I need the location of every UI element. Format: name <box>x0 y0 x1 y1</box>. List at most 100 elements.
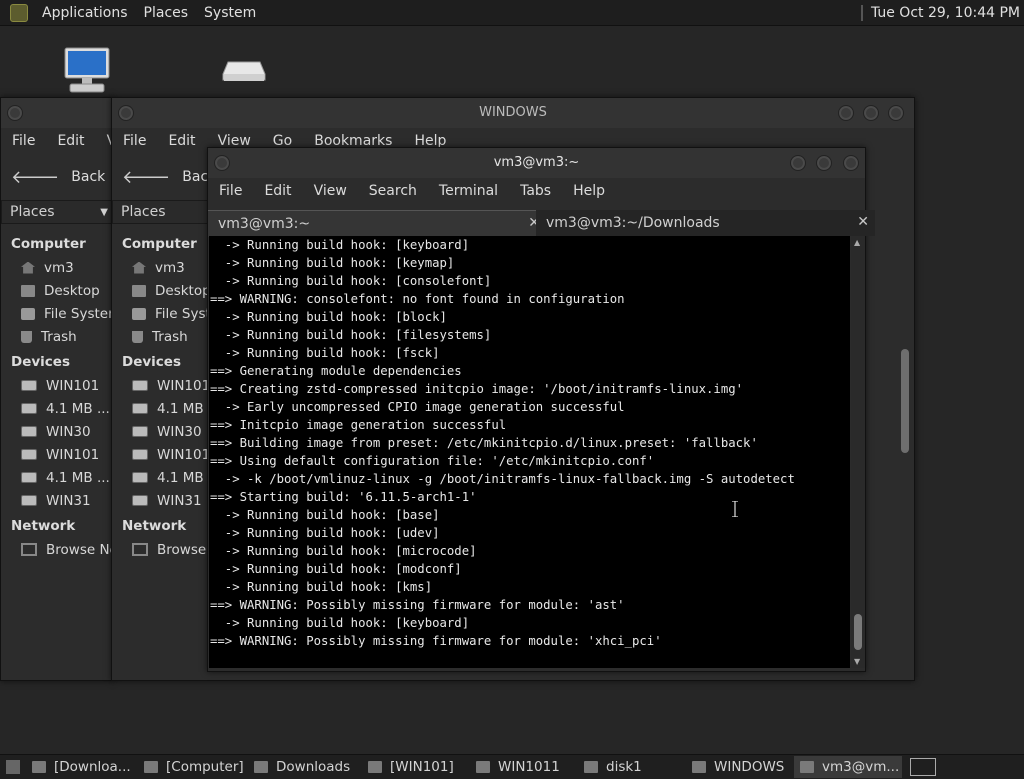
terminal-line: ==> Using default configuration file: '/… <box>210 454 655 468</box>
workspace-switcher[interactable] <box>910 758 936 776</box>
close-tab-icon[interactable]: ✕ <box>857 214 869 230</box>
places-menu[interactable]: Places <box>136 5 197 21</box>
menu-tabs[interactable]: Tabs <box>509 183 562 199</box>
window-title: vm3@vm3:~ <box>493 155 580 170</box>
distro-logo-icon[interactable] <box>10 3 28 22</box>
taskbar-item-active[interactable]: vm3@vm... <box>794 756 902 778</box>
sidebar-item-device[interactable]: WIN101 <box>112 443 208 466</box>
scroll-up-icon[interactable]: ▲ <box>854 238 860 247</box>
menu-edit[interactable]: Edit <box>253 183 302 199</box>
window-title: WINDOWS <box>479 105 547 120</box>
drive-icon <box>132 495 148 506</box>
sidebar-item-home[interactable]: vm3 <box>112 256 208 279</box>
sidebar-item-device[interactable]: 4.1 MB <box>112 466 208 489</box>
menu-terminal[interactable]: Terminal <box>428 183 509 199</box>
places-dropdown[interactable]: Places ▼ <box>1 200 113 224</box>
sidebar-item-device[interactable]: WIN30 <box>1 420 113 443</box>
terminal-window: vm3@vm3:~ File Edit View Search Terminal… <box>207 147 875 672</box>
taskbar-item[interactable]: WINDOWS <box>686 756 794 778</box>
window-titlebar[interactable] <box>1 98 113 128</box>
drive-icon <box>21 472 37 483</box>
sidebar-item-browse-network[interactable]: Browse Network <box>112 538 208 561</box>
minimize-icon[interactable] <box>790 155 806 171</box>
sidebar-item-filesystem[interactable]: File System <box>1 302 113 325</box>
sidebar-item-device[interactable]: WIN101 <box>1 443 113 466</box>
sidebar-item-desktop[interactable]: Desktop <box>1 279 113 302</box>
sidebar-item-device[interactable]: WIN101 <box>1 374 113 397</box>
menu-search[interactable]: Search <box>358 183 428 199</box>
tab-home[interactable]: vm3@vm3:~ ✕ <box>208 210 546 237</box>
terminal-line: -> Running build hook: [block] <box>210 310 447 324</box>
sidebar-item-device[interactable]: WIN31 <box>1 489 113 512</box>
sidebar-item-device[interactable]: WIN1011 <box>112 374 208 397</box>
drive-icon[interactable] <box>222 60 266 84</box>
taskbar-item[interactable]: [WIN101] <box>362 756 470 778</box>
sidebar-item-device[interactable]: 4.1 MB ... <box>112 397 208 420</box>
sidebar-item-browse-network[interactable]: Browse Network <box>1 538 113 561</box>
terminal-line: -> Early uncompressed CPIO image generat… <box>210 400 625 414</box>
clock[interactable]: Tue Oct 29, 10:44 PM <box>871 5 1020 21</box>
sidebar-item-device[interactable]: 4.1 MB ... <box>1 397 113 420</box>
sidebar-item-trash[interactable]: Trash <box>1 325 113 348</box>
drive-icon <box>132 472 148 483</box>
taskbar-item[interactable]: Downloads <box>248 756 362 778</box>
network-icon <box>132 543 148 556</box>
windows-vertical-scrollbar[interactable] <box>898 235 912 655</box>
close-icon[interactable] <box>888 105 904 121</box>
menu-help[interactable]: Help <box>562 183 616 199</box>
sidebar-header-devices: Devices <box>11 354 70 370</box>
sidebar-item-desktop[interactable]: Desktop <box>112 279 208 302</box>
sidebar-item-device[interactable]: WIN31 <box>112 489 208 512</box>
filesystem-icon <box>132 307 146 320</box>
sidebar-item-trash[interactable]: Trash <box>112 325 208 348</box>
folder-icon <box>132 284 146 297</box>
terminal-output[interactable]: -> Running build hook: [keyboard] -> Run… <box>209 236 850 668</box>
computer-icon[interactable] <box>62 46 112 94</box>
terminal-line: -> Running build hook: [filesystems] <box>210 328 492 342</box>
menu-file[interactable]: File <box>1 133 46 149</box>
sidebar-item-home[interactable]: vm3 <box>1 256 113 279</box>
taskbar-item[interactable]: [Computer] <box>138 756 248 778</box>
scroll-down-icon[interactable]: ▼ <box>854 657 860 666</box>
close-icon[interactable] <box>843 155 859 171</box>
terminal-vertical-scrollbar[interactable]: ▲ ▼ <box>851 236 865 668</box>
menu-edit[interactable]: Edit <box>157 133 206 149</box>
scrollbar-thumb[interactable] <box>901 349 909 453</box>
back-label: Back <box>71 169 106 185</box>
ibeam-cursor-icon <box>732 501 738 517</box>
places-dropdown[interactable]: Places <box>112 200 210 224</box>
maximize-icon[interactable] <box>816 155 832 171</box>
menu-file[interactable]: File <box>112 133 157 149</box>
maximize-icon[interactable] <box>863 105 879 121</box>
window-menu-icon[interactable] <box>7 105 23 121</box>
taskbar-item[interactable]: [Downloa... <box>26 756 138 778</box>
sidebar: Computer vm3 Desktop File System Trash D… <box>1 224 113 561</box>
window-titlebar[interactable]: vm3@vm3:~ <box>208 148 865 178</box>
sidebar-header-network: Network <box>122 518 187 534</box>
drive-icon <box>21 380 37 391</box>
sidebar-item-filesystem[interactable]: File System <box>112 302 208 325</box>
system-menu[interactable]: System <box>196 5 264 21</box>
taskbar-item[interactable]: disk1 <box>578 756 686 778</box>
menu-edit[interactable]: Edit <box>46 133 95 149</box>
applications-menu[interactable]: Applications <box>34 5 136 21</box>
terminal-tabbar: vm3@vm3:~ ✕ vm3@vm3:~/Downloads ✕ <box>208 210 875 237</box>
taskbar-item[interactable]: WIN1011 <box>470 756 578 778</box>
drive-icon <box>476 761 490 773</box>
show-desktop-icon[interactable] <box>6 760 20 774</box>
sidebar-item-device[interactable]: 4.1 MB ... <box>1 466 113 489</box>
back-arrow-icon: 🡐 <box>122 166 171 188</box>
window-titlebar[interactable]: WINDOWS <box>112 98 914 128</box>
sidebar-header-computer: Computer <box>11 236 86 252</box>
minimize-icon[interactable] <box>838 105 854 121</box>
drive-icon <box>132 380 148 391</box>
scrollbar-thumb[interactable] <box>854 614 862 650</box>
trash-icon <box>21 330 32 343</box>
drive-icon <box>21 495 37 506</box>
terminal-line: ==> Starting build: '6.11.5-arch1-1' <box>210 490 477 504</box>
sidebar-item-device[interactable]: WIN30 <box>112 420 208 443</box>
menu-view[interactable]: View <box>303 183 358 199</box>
tab-downloads[interactable]: vm3@vm3:~/Downloads ✕ <box>536 210 875 236</box>
places-label: Places <box>10 204 55 220</box>
menu-file[interactable]: File <box>208 183 253 199</box>
